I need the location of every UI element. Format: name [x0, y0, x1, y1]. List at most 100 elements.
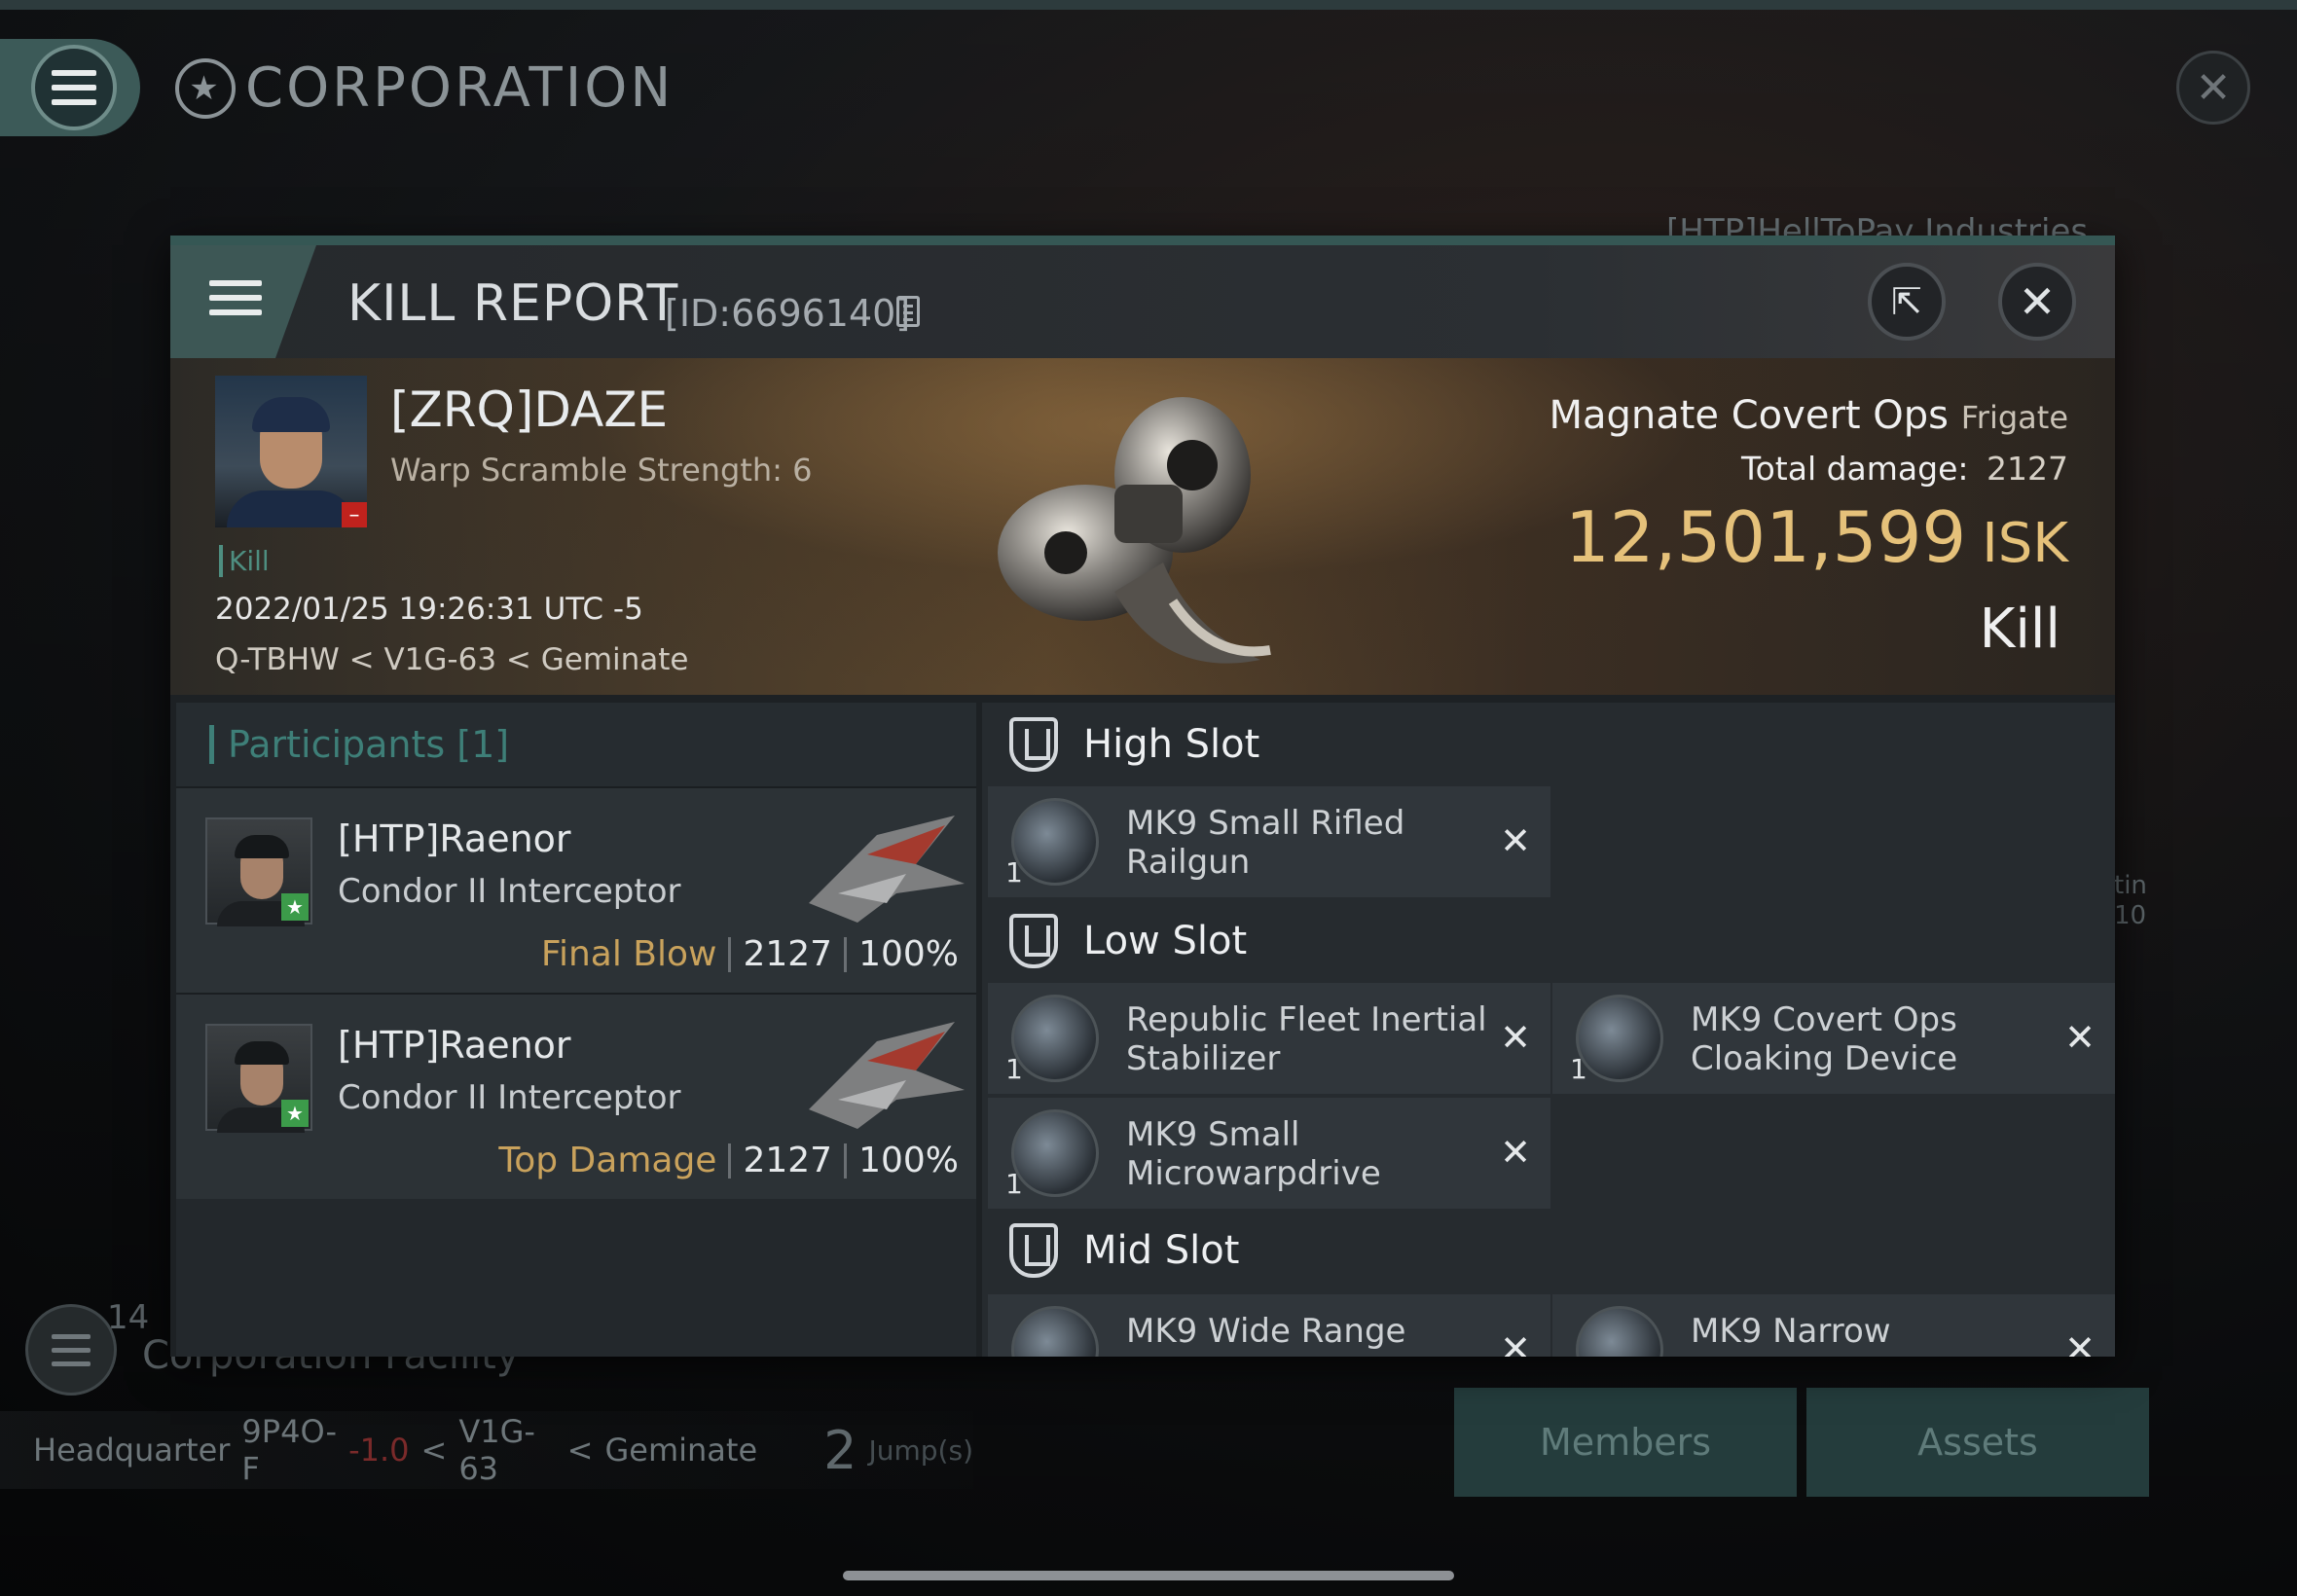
kill-result: Kill: [1979, 598, 2060, 661]
corp-menu-ring: [31, 45, 117, 130]
corp-title-text: CORPORATION: [245, 56, 675, 120]
wide-range-module-icon: [1011, 1306, 1099, 1357]
hostile-standing-icon: –: [342, 502, 367, 527]
hq-jumps-label: Jump(s): [868, 1433, 974, 1467]
hq-label: Headquarter: [33, 1432, 231, 1469]
participant-name: [HTP]Raenor: [338, 817, 571, 860]
participant-role: Final Blow: [540, 934, 717, 974]
high-slot-label: High Slot: [1083, 722, 1260, 767]
fitted-item[interactable]: MK9 Narrow ✕: [1552, 1294, 2115, 1357]
fitting-slots-panel: High Slot 1 MK9 Small Rifled Railgun ✕ L…: [982, 703, 2115, 1357]
mid-slot-label: Mid Slot: [1083, 1228, 1240, 1273]
item-name: MK9 Covert Ops Cloaking Device: [1691, 1000, 1958, 1078]
home-indicator[interactable]: [843, 1571, 1454, 1580]
isk-unit: ISK: [1982, 512, 2068, 575]
victim-ship-name[interactable]: Magnate Covert Ops Frigate: [1549, 393, 2068, 438]
participant-percent: 100%: [858, 934, 959, 974]
narrow-module-icon: [1576, 1306, 1663, 1357]
hq-sep-2: <: [566, 1432, 594, 1469]
facility-count: 14: [107, 1298, 150, 1337]
hq-security: -1.0: [348, 1432, 410, 1469]
isk-amount: 12,501,599: [1564, 496, 1967, 578]
hq-constellation: V1G-63: [458, 1413, 535, 1487]
victim-avatar[interactable]: –: [215, 376, 367, 527]
participant-percent: 100%: [858, 1141, 959, 1180]
high-slot-shield-icon: [1009, 717, 1058, 772]
hq-region: Geminate: [604, 1432, 758, 1469]
victim-banner: – [ZRQ]DAZE Warp Scramble Strength: 6 Ki…: [170, 358, 2115, 695]
participant-avatar[interactable]: ★: [205, 1024, 312, 1133]
participant-name: [HTP]Raenor: [338, 1024, 571, 1067]
participant-row[interactable]: ★ [HTP]Raenor Condor II Interceptor Top …: [176, 993, 976, 1199]
copy-icon[interactable]: [896, 296, 920, 327]
fitted-item[interactable]: 1 MK9 Covert Ops Cloaking Device ✕: [1552, 983, 2115, 1094]
corp-standing-star-icon: ★: [281, 1100, 309, 1127]
low-slot-label: Low Slot: [1083, 919, 1248, 963]
ship-class: Frigate: [1960, 399, 2068, 436]
destroyed-x-icon: ✕: [1500, 819, 1531, 862]
hamburger-icon: [209, 280, 262, 315]
hamburger-icon: [52, 1333, 91, 1366]
participants-header: Participants [1]: [176, 703, 976, 786]
headquarter-bar[interactable]: Headquarter 9P4O-F -1.0 < V1G-63 < Gemin…: [0, 1411, 973, 1489]
high-slot-header: High Slot: [982, 703, 1259, 786]
item-name: MK9 Narrow: [1691, 1312, 1891, 1351]
ship-name-text: Magnate Covert Ops: [1549, 393, 1949, 438]
kill-location[interactable]: Q-TBHW < V1G-63 < Geminate: [215, 642, 689, 677]
victim-warp-scramble: Warp Scramble Strength: 6: [390, 452, 813, 489]
victim-ship-render[interactable]: [968, 368, 1319, 689]
participant-avatar[interactable]: ★: [205, 817, 312, 926]
item-name: MK9 Small Rifled Railgun: [1126, 804, 1405, 882]
mid-slot-shield-icon: [1009, 1223, 1058, 1278]
microwarpdrive-icon: [1011, 1109, 1099, 1197]
bg-side-text: tin 10: [2114, 871, 2147, 931]
participant-stats: Top Damage 2127 100%: [498, 1141, 959, 1180]
share-icon[interactable]: ⇱: [1868, 263, 1946, 341]
participant-role: Top Damage: [498, 1141, 717, 1180]
hq-jumps: 2: [823, 1419, 857, 1481]
tab-assets[interactable]: Assets: [1806, 1388, 2149, 1497]
fitted-item[interactable]: MK9 Wide Range ✕: [988, 1294, 1550, 1357]
low-slot-header: Low Slot: [982, 899, 1247, 983]
total-damage-label: Total damage:: [1741, 450, 1969, 488]
total-damage: Total damage: 2127: [1741, 450, 2068, 488]
participant-damage: 2127: [743, 1141, 833, 1180]
corp-page-title: ★ CORPORATION: [175, 56, 674, 120]
item-qty: 1: [1005, 1168, 1023, 1200]
facility-menu-button[interactable]: [25, 1304, 117, 1396]
kill-report-menu-button[interactable]: [170, 245, 316, 358]
fitted-item[interactable]: 1 MK9 Small Microwarpdrive ✕: [988, 1098, 1550, 1209]
participants-panel: Participants [1] ★ [HTP]Raenor Condor II…: [176, 703, 976, 1357]
corp-menu-button[interactable]: [0, 39, 140, 136]
item-name: MK9 Wide Range: [1126, 1312, 1406, 1351]
bg-side-text-1: tin: [2114, 871, 2147, 900]
item-name: Republic Fleet Inertial Stabilizer: [1126, 1000, 1487, 1078]
participant-ship-render: [809, 816, 965, 923]
corp-standing-star-icon: ★: [281, 893, 309, 921]
inertial-stabilizer-icon: [1011, 995, 1099, 1082]
participant-row[interactable]: ★ [HTP]Raenor Condor II Interceptor Fina…: [176, 786, 976, 993]
tab-members[interactable]: Members: [1454, 1388, 1797, 1497]
item-qty: 1: [1005, 856, 1023, 889]
destroyed-x-icon: ✕: [2064, 1016, 2096, 1059]
participant-ship: Condor II Interceptor: [338, 872, 681, 911]
destroyed-x-icon: ✕: [1500, 1016, 1531, 1059]
isk-value: 12,501,599 ISK: [1565, 496, 2068, 578]
participant-ship: Condor II Interceptor: [338, 1078, 681, 1117]
hq-sep-1: <: [420, 1432, 448, 1469]
fitted-item[interactable]: 1 Republic Fleet Inertial Stabilizer ✕: [988, 983, 1550, 1094]
victim-name[interactable]: [ZRQ]DAZE: [390, 381, 668, 438]
corp-close-icon[interactable]: ✕: [2176, 51, 2250, 125]
railgun-icon: [1011, 798, 1099, 886]
close-icon[interactable]: ✕: [1998, 263, 2076, 341]
participants-title: Participants [1]: [228, 723, 510, 766]
bg-side-text-2: 10: [2114, 901, 2147, 931]
kill-report-id: [ID:6696140]: [665, 292, 911, 335]
hamburger-icon: [52, 70, 96, 105]
kill-report-window: KILL REPORT [ID:6696140] ⇱ ✕ – [ZRQ]DAZE…: [170, 236, 2115, 1357]
corporation-star-icon: ★: [175, 57, 236, 119]
low-slot-shield-icon: [1009, 914, 1058, 968]
fitted-item[interactable]: 1 MK9 Small Rifled Railgun ✕: [988, 786, 1550, 897]
participant-ship-render: [809, 1022, 965, 1129]
destroyed-x-icon: ✕: [2064, 1327, 2096, 1357]
